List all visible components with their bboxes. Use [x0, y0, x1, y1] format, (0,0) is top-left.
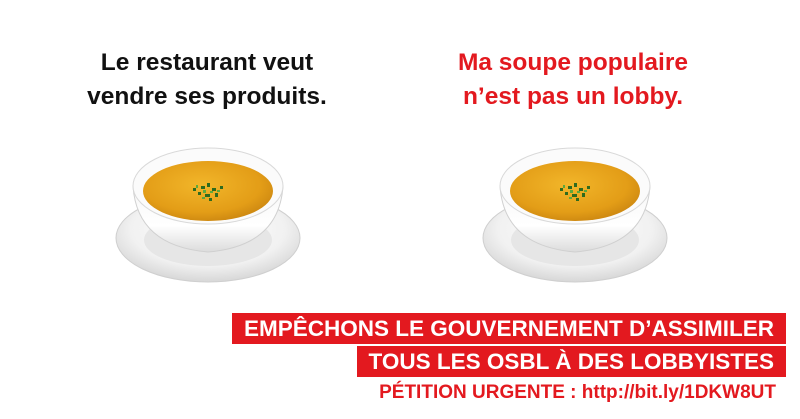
banner-line-2: TOUS LES OSBL À DES LOBBYISTES: [356, 346, 786, 377]
banner-line-1: EMPÊCHONS LE GOUVERNEMENT D’ASSIMILER: [231, 313, 786, 344]
soup-bowl-image-left: [115, 147, 301, 283]
right-headline-line1: Ma soupe populaire: [457, 49, 689, 76]
right-headline: Ma soupe populaire n’est pas un lobby.: [393, 46, 753, 114]
right-headline-line2: n’est pas un lobby.: [462, 83, 684, 110]
soup-bowl-image-right: [482, 147, 668, 283]
left-headline-line2: vendre ses produits.: [87, 83, 327, 110]
left-headline-line1: Le restaurant veut: [100, 49, 314, 76]
petition-link-text: PÉTITION URGENTE : http://bit.ly/1DKW8UT: [379, 382, 776, 403]
left-headline: Le restaurant veut vendre ses produits.: [27, 46, 387, 114]
